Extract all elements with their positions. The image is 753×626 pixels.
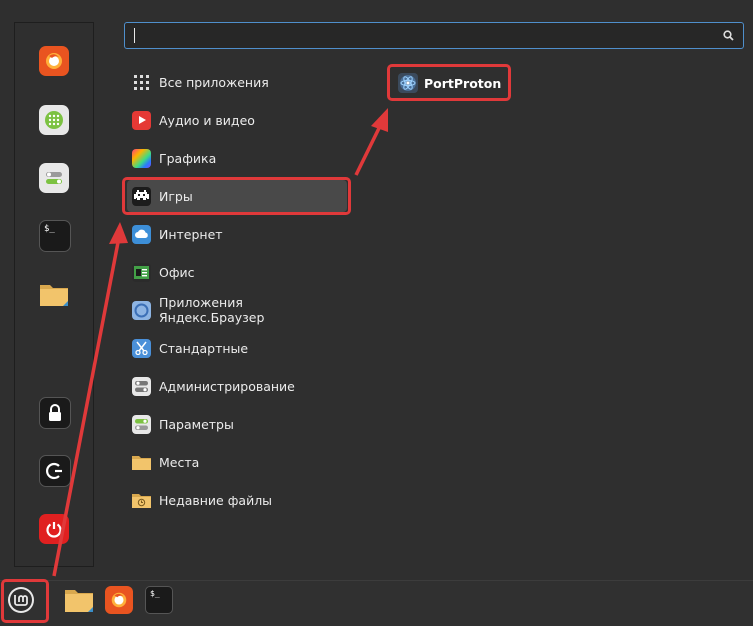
category-internet[interactable]: Интернет <box>127 218 347 250</box>
category-places[interactable]: Места <box>127 446 347 478</box>
portproton-icon <box>398 73 418 93</box>
power-off-icon[interactable] <box>39 514 69 544</box>
office-icon <box>132 262 151 282</box>
media-play-icon <box>132 110 151 130</box>
category-label: Офис <box>159 264 195 280</box>
firefox-icon[interactable] <box>39 46 69 76</box>
terminal-icon[interactable]: $_ <box>39 220 71 252</box>
category-recent-files[interactable]: Недавние файлы <box>127 484 347 516</box>
app-portproton[interactable]: PortProton <box>392 68 508 98</box>
category-label: Игры <box>159 188 193 204</box>
app-label: PortProton <box>424 75 502 91</box>
graphics-icon <box>132 148 151 168</box>
category-all-applications[interactable]: Все приложения <box>127 66 347 98</box>
games-icon <box>132 186 151 206</box>
panel-terminal-button[interactable]: $_ <box>144 585 174 615</box>
menu-window <box>0 0 753 580</box>
recent-folder-icon <box>132 491 151 510</box>
category-label: Графика <box>159 150 217 166</box>
settings-toggle-icon <box>132 414 151 434</box>
folder-icon <box>132 453 151 472</box>
category-audio-video[interactable]: Аудио и видео <box>127 104 347 136</box>
category-yandex-browser-apps[interactable]: Приложения Яндекс.Браузер <box>127 294 347 326</box>
scissors-icon <box>132 338 151 358</box>
terminal-icon: $_ <box>145 586 173 614</box>
mint-menu-icon <box>8 587 34 613</box>
category-label: Приложения Яндекс.Браузер <box>159 295 265 325</box>
favorites-sidebar: $_ <box>14 22 94 567</box>
yandex-browser-icon <box>132 300 151 320</box>
search-icon[interactable] <box>723 30 734 41</box>
logout-icon[interactable] <box>39 455 71 487</box>
category-label: Все приложения <box>159 74 269 90</box>
folder-icon[interactable] <box>39 279 69 309</box>
cloud-icon <box>132 224 151 244</box>
category-label: Параметры <box>159 416 234 432</box>
category-accessories[interactable]: Стандартные <box>127 332 347 364</box>
category-label: Места <box>159 454 200 470</box>
search-input[interactable] <box>131 26 725 47</box>
system-settings-icon[interactable] <box>39 163 69 193</box>
lock-screen-icon[interactable] <box>39 397 71 429</box>
category-label: Аудио и видео <box>159 112 255 128</box>
category-graphics[interactable]: Графика <box>127 142 347 174</box>
mint-menu-button[interactable] <box>6 585 36 615</box>
folder-icon <box>65 590 93 612</box>
software-manager-icon[interactable] <box>39 105 69 135</box>
category-games[interactable]: Игры <box>127 180 347 212</box>
category-administration[interactable]: Администрирование <box>127 370 347 402</box>
panel-firefox-button[interactable] <box>104 585 134 615</box>
admin-toggle-icon <box>132 376 151 396</box>
grid-icon <box>132 73 151 92</box>
search-field[interactable] <box>124 22 744 49</box>
panel-files-button[interactable] <box>63 585 95 615</box>
category-preferences[interactable]: Параметры <box>127 408 347 440</box>
category-label: Администрирование <box>159 378 295 394</box>
category-label: Стандартные <box>159 340 249 356</box>
category-label: Недавние файлы <box>159 492 273 508</box>
category-office[interactable]: Офис <box>127 256 347 288</box>
category-label: Интернет <box>159 226 223 242</box>
firefox-icon <box>105 586 133 614</box>
